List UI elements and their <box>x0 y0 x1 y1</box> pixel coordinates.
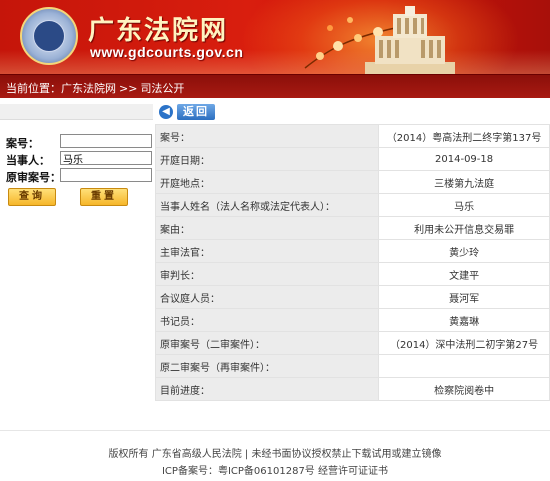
detail-value: 2014-09-18 <box>378 147 550 171</box>
emblem-center <box>33 20 65 52</box>
detail-value: 利用未公开信息交易罪 <box>378 216 550 240</box>
detail-value: 黄少玲 <box>378 239 550 263</box>
detail-value: 马乐 <box>378 193 550 217</box>
detail-value: 检察院阅卷中 <box>378 377 550 401</box>
detail-label: 合议庭人员： <box>154 285 380 309</box>
party-label: 当事人： <box>6 154 50 167</box>
detail-label: 原审案号（二审案件）： <box>154 331 380 355</box>
back-bar: ◀ 返回 <box>155 102 550 122</box>
breadcrumb-bar: 当前位置：广东法院网 >> 司法公开 <box>0 74 550 98</box>
detail-label: 开庭地点： <box>154 170 380 194</box>
case-no-input[interactable] <box>60 134 152 148</box>
detail-label: 案号： <box>154 124 380 148</box>
detail-value: 黄嘉琳 <box>378 308 550 332</box>
search-panel-header <box>0 104 153 120</box>
detail-row: 案由： 利用未公开信息交易罪 <box>154 216 550 240</box>
original-case-input[interactable] <box>60 168 152 182</box>
detail-value <box>378 354 550 378</box>
detail-label: 书记员： <box>154 308 380 332</box>
detail-value: 三楼第九法庭 <box>378 170 550 194</box>
search-panel: 案号： 当事人： 原审案号： 查询 重置 <box>0 104 153 426</box>
back-arrow-icon[interactable]: ◀ <box>159 105 173 119</box>
detail-label: 案由： <box>154 216 380 240</box>
query-button[interactable]: 查询 <box>8 188 56 206</box>
detail-row: 案号： （2014）粤高法刑二终字第137号 <box>154 124 550 148</box>
detail-value: （2014）粤高法刑二终字第137号 <box>378 124 550 148</box>
court-building-icon <box>365 6 455 74</box>
case-detail-body: 案号： （2014）粤高法刑二终字第137号 开庭日期： 2014-09-18 开庭地点… <box>154 124 550 401</box>
detail-value: 聂河军 <box>378 285 550 309</box>
detail-label: 目前进度： <box>154 377 380 401</box>
breadcrumb-link-judicial-openness[interactable]: 司法公开 <box>140 82 184 95</box>
detail-row: 目前进度： 检察院阅卷中 <box>154 377 550 401</box>
detail-value: （2014）深中法刑二初字第27号 <box>378 331 550 355</box>
detail-label: 开庭日期： <box>154 147 380 171</box>
case-no-label: 案号： <box>6 137 39 150</box>
breadcrumb-link-home[interactable]: 广东法院网 <box>61 82 116 95</box>
footer: 版权所有 广东省高级人民法院 | 未经书面协议授权禁止下载试用或建立镜像 ICP… <box>0 430 550 481</box>
detail-label: 当事人姓名（法人名称或法定代表人）： <box>154 193 380 217</box>
detail-row: 当事人姓名（法人名称或法定代表人）： 马乐 <box>154 193 550 217</box>
original-case-label: 原审案号： <box>6 171 61 184</box>
party-input[interactable] <box>60 151 152 165</box>
back-button[interactable]: 返回 <box>177 104 215 120</box>
site-url: www.gdcourts.gov.cn <box>90 44 244 60</box>
breadcrumb: 当前位置：广东法院网 >> 司法公开 <box>6 80 184 96</box>
footer-copyright: 版权所有 广东省高级人民法院 | 未经书面协议授权禁止下载试用或建立镜像 <box>108 449 442 460</box>
detail-label: 审判长： <box>154 262 380 286</box>
court-emblem-logo[interactable] <box>20 7 78 65</box>
breadcrumb-prefix: 当前位置： <box>6 82 61 95</box>
detail-row: 开庭日期： 2014-09-18 <box>154 147 550 171</box>
site-banner: 广东法院网 www.gdcourts.gov.cn <box>0 0 550 74</box>
detail-row: 书记员： 黄嘉琳 <box>154 308 550 332</box>
detail-row: 主审法官： 黄少玲 <box>154 239 550 263</box>
banner-wave <box>0 50 550 74</box>
site-title[interactable]: 广东法院网 <box>88 10 228 47</box>
detail-value: 文建平 <box>378 262 550 286</box>
reset-button[interactable]: 重置 <box>80 188 128 206</box>
detail-row: 原二审案号（再审案件）： <box>154 354 550 378</box>
detail-row: 合议庭人员： 聂河军 <box>154 285 550 309</box>
breadcrumb-separator: >> <box>119 82 138 95</box>
detail-row: 审判长： 文建平 <box>154 262 550 286</box>
detail-label: 主审法官： <box>154 239 380 263</box>
detail-row: 原审案号（二审案件）： （2014）深中法刑二初字第27号 <box>154 331 550 355</box>
footer-icp: ICP备案号：粤ICP备06101287号 经营许可证证书 <box>161 466 388 477</box>
detail-row: 开庭地点： 三楼第九法庭 <box>154 170 550 194</box>
detail-label: 原二审案号（再审案件）： <box>154 354 380 378</box>
case-detail-table: 案号： （2014）粤高法刑二终字第137号 开庭日期： 2014-09-18 开庭地点… <box>154 124 550 401</box>
